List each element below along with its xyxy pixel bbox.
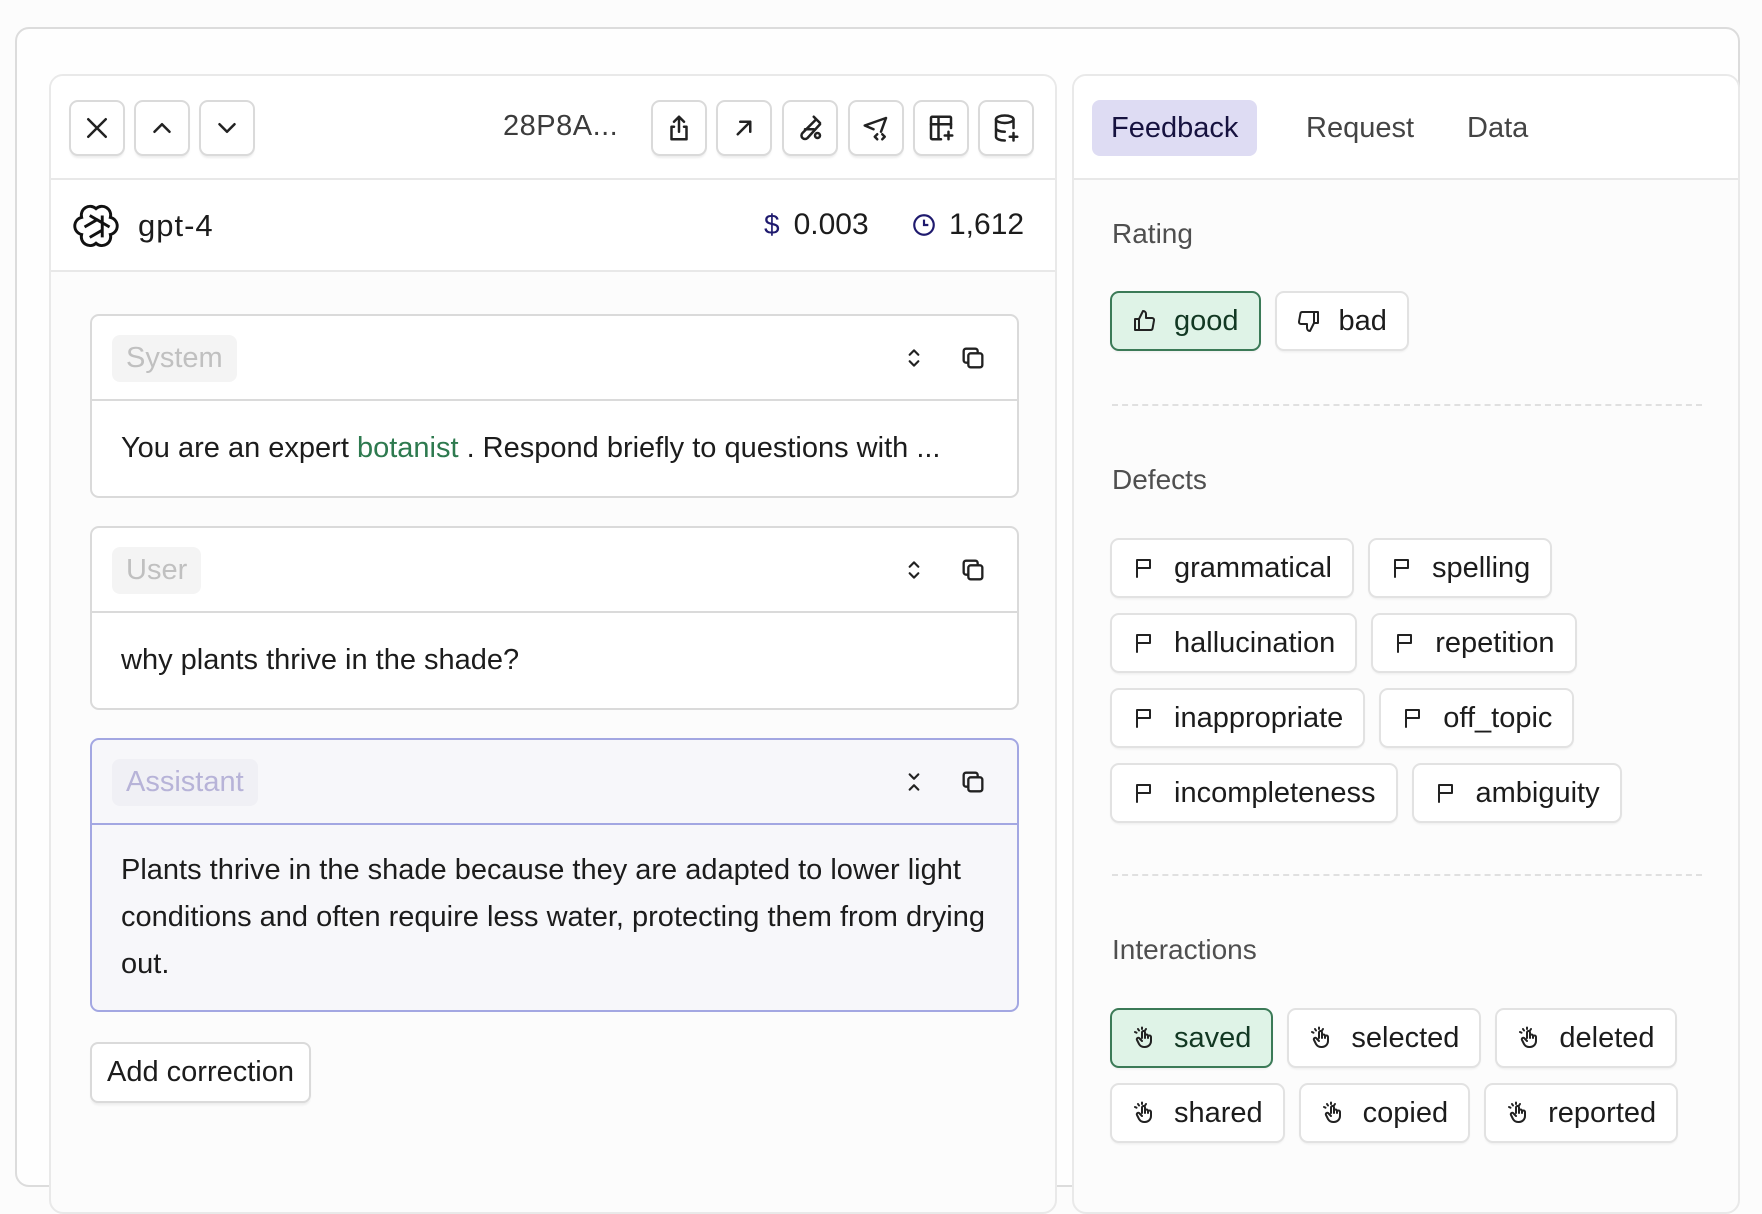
- send-code-button[interactable]: [848, 100, 904, 156]
- add-to-table-icon: [929, 115, 954, 141]
- cost-value: 0.003: [793, 208, 869, 241]
- flag-icon: [1136, 559, 1151, 578]
- message-system: System You are an expert botanist . Resp…: [90, 314, 1019, 498]
- next-button[interactable]: [199, 100, 255, 156]
- copy-icon: [962, 771, 984, 793]
- close-button[interactable]: [69, 100, 125, 156]
- flag-icon: [1437, 784, 1453, 803]
- cost-readout: $ 0.003: [764, 208, 869, 242]
- defect-off-topic[interactable]: off_topic: [1379, 688, 1575, 748]
- interaction-reported[interactable]: reported: [1484, 1083, 1679, 1143]
- tab-data[interactable]: Data: [1448, 100, 1547, 156]
- thumbs-up-icon: [1134, 310, 1155, 331]
- trace-id[interactable]: 28P8A...: [503, 110, 618, 143]
- defect-grammatical[interactable]: grammatical: [1110, 538, 1354, 598]
- rating-title: Rating: [1112, 218, 1193, 249]
- previous-button[interactable]: [134, 100, 190, 156]
- section-divider: [1112, 404, 1702, 406]
- clock-icon: [913, 214, 935, 236]
- model-summary: gpt-4 $ 0.003 1,612: [51, 180, 1055, 272]
- openai-logo-icon: [73, 204, 119, 248]
- message-user: User why plants thrive in the shade?: [90, 526, 1019, 710]
- send-code-icon: [863, 116, 888, 141]
- interaction-saved[interactable]: saved: [1110, 1008, 1274, 1068]
- defect-hallucination[interactable]: hallucination: [1110, 613, 1358, 673]
- copy-icon: [962, 347, 984, 369]
- expand-toggle[interactable]: [901, 344, 927, 372]
- dollar-icon: $: [764, 209, 780, 240]
- pointer-click-icon: [1134, 1101, 1152, 1123]
- chevron-down-icon: [218, 123, 236, 133]
- chevrons-down-up-icon: [908, 773, 920, 791]
- tokens-readout: 1,612: [911, 208, 1024, 242]
- playground-button[interactable]: [782, 100, 838, 156]
- copy-button[interactable]: [959, 768, 987, 796]
- panel-tabs: Feedback Request Data: [1074, 76, 1738, 180]
- role-label: User: [112, 547, 202, 594]
- interaction-deleted[interactable]: deleted: [1495, 1008, 1677, 1068]
- share-button[interactable]: [651, 100, 707, 156]
- defect-repetition[interactable]: repetition: [1371, 613, 1577, 673]
- template-variable: botanist: [356, 432, 459, 464]
- chevrons-up-down-icon: [908, 561, 920, 579]
- pointer-click-icon: [1519, 1026, 1538, 1048]
- add-to-dataset-icon: [994, 114, 1019, 142]
- flag-icon: [1136, 634, 1151, 653]
- collapse-toggle[interactable]: [901, 768, 927, 796]
- defect-options: grammatical spelling hallucination repetiti…: [1110, 538, 1710, 823]
- interaction-options: saved selected deleted shared copied reported: [1110, 1008, 1710, 1143]
- tokens-value: 1,612: [949, 208, 1025, 241]
- pointer-click-icon: [1311, 1026, 1330, 1048]
- trace-toolbar: 28P8A...: [51, 76, 1055, 180]
- pointer-click-icon: [1508, 1101, 1527, 1123]
- rating-good[interactable]: good: [1110, 291, 1261, 351]
- tab-request[interactable]: Request: [1287, 100, 1433, 156]
- interactions-title: Interactions: [1112, 934, 1257, 965]
- interaction-selected[interactable]: selected: [1287, 1008, 1482, 1068]
- add-to-table-button[interactable]: [913, 100, 969, 156]
- flag-icon: [1397, 634, 1413, 653]
- pointer-click-icon: [1322, 1101, 1341, 1123]
- flag-icon: [1405, 709, 1421, 728]
- tab-feedback[interactable]: Feedback: [1092, 100, 1258, 156]
- role-label: System: [112, 335, 237, 382]
- role-label: Assistant: [112, 759, 258, 806]
- share-icon: [670, 115, 688, 141]
- message-content: why plants thrive in the shade?: [121, 644, 520, 676]
- flag-icon: [1393, 559, 1409, 578]
- interaction-copied[interactable]: copied: [1298, 1083, 1471, 1143]
- defect-ambiguity[interactable]: ambiguity: [1411, 763, 1622, 823]
- rating-options: good bad: [1110, 291, 1710, 351]
- flag-icon: [1136, 709, 1151, 728]
- message-content: Plants thrive in the shade because they …: [121, 854, 986, 980]
- section-divider: [1112, 874, 1702, 876]
- open-external-button[interactable]: [716, 100, 772, 156]
- message-assistant: Assistant Plants thrive in the shade bec…: [90, 738, 1019, 1012]
- defect-inappropriate[interactable]: inappropriate: [1110, 688, 1366, 748]
- open-external-icon: [736, 120, 752, 136]
- flag-icon: [1136, 784, 1151, 803]
- rating-bad[interactable]: bad: [1274, 291, 1409, 351]
- chevron-up-icon: [153, 123, 171, 133]
- thumbs-down-icon: [1297, 311, 1319, 332]
- defects-title: Defects: [1112, 464, 1207, 495]
- copy-button[interactable]: [959, 344, 987, 372]
- interaction-shared[interactable]: shared: [1110, 1083, 1285, 1143]
- add-to-dataset-button[interactable]: [978, 100, 1034, 156]
- model-name: gpt-4: [138, 208, 214, 243]
- copy-icon: [962, 559, 984, 581]
- trace-panel: 28P8A... gpt-4 $ 0.003 1,612 System You …: [49, 74, 1057, 1214]
- chevrons-up-down-icon: [908, 349, 920, 367]
- pointer-click-icon: [1134, 1026, 1152, 1048]
- defect-spelling[interactable]: spelling: [1367, 538, 1553, 598]
- message-content: You are an expert botanist . Respond bri…: [121, 432, 941, 464]
- defect-incompleteness[interactable]: incompleteness: [1110, 763, 1398, 823]
- add-correction-button[interactable]: Add correction: [90, 1042, 311, 1103]
- expand-toggle[interactable]: [901, 556, 927, 584]
- feedback-panel: Feedback Request Data Rating good bad De…: [1072, 74, 1740, 1214]
- close-icon: [87, 118, 107, 138]
- trace-drawer: 28P8A... gpt-4 $ 0.003 1,612 System You …: [15, 27, 1740, 1214]
- copy-button[interactable]: [959, 556, 987, 584]
- test-tube-icon: [800, 115, 822, 141]
